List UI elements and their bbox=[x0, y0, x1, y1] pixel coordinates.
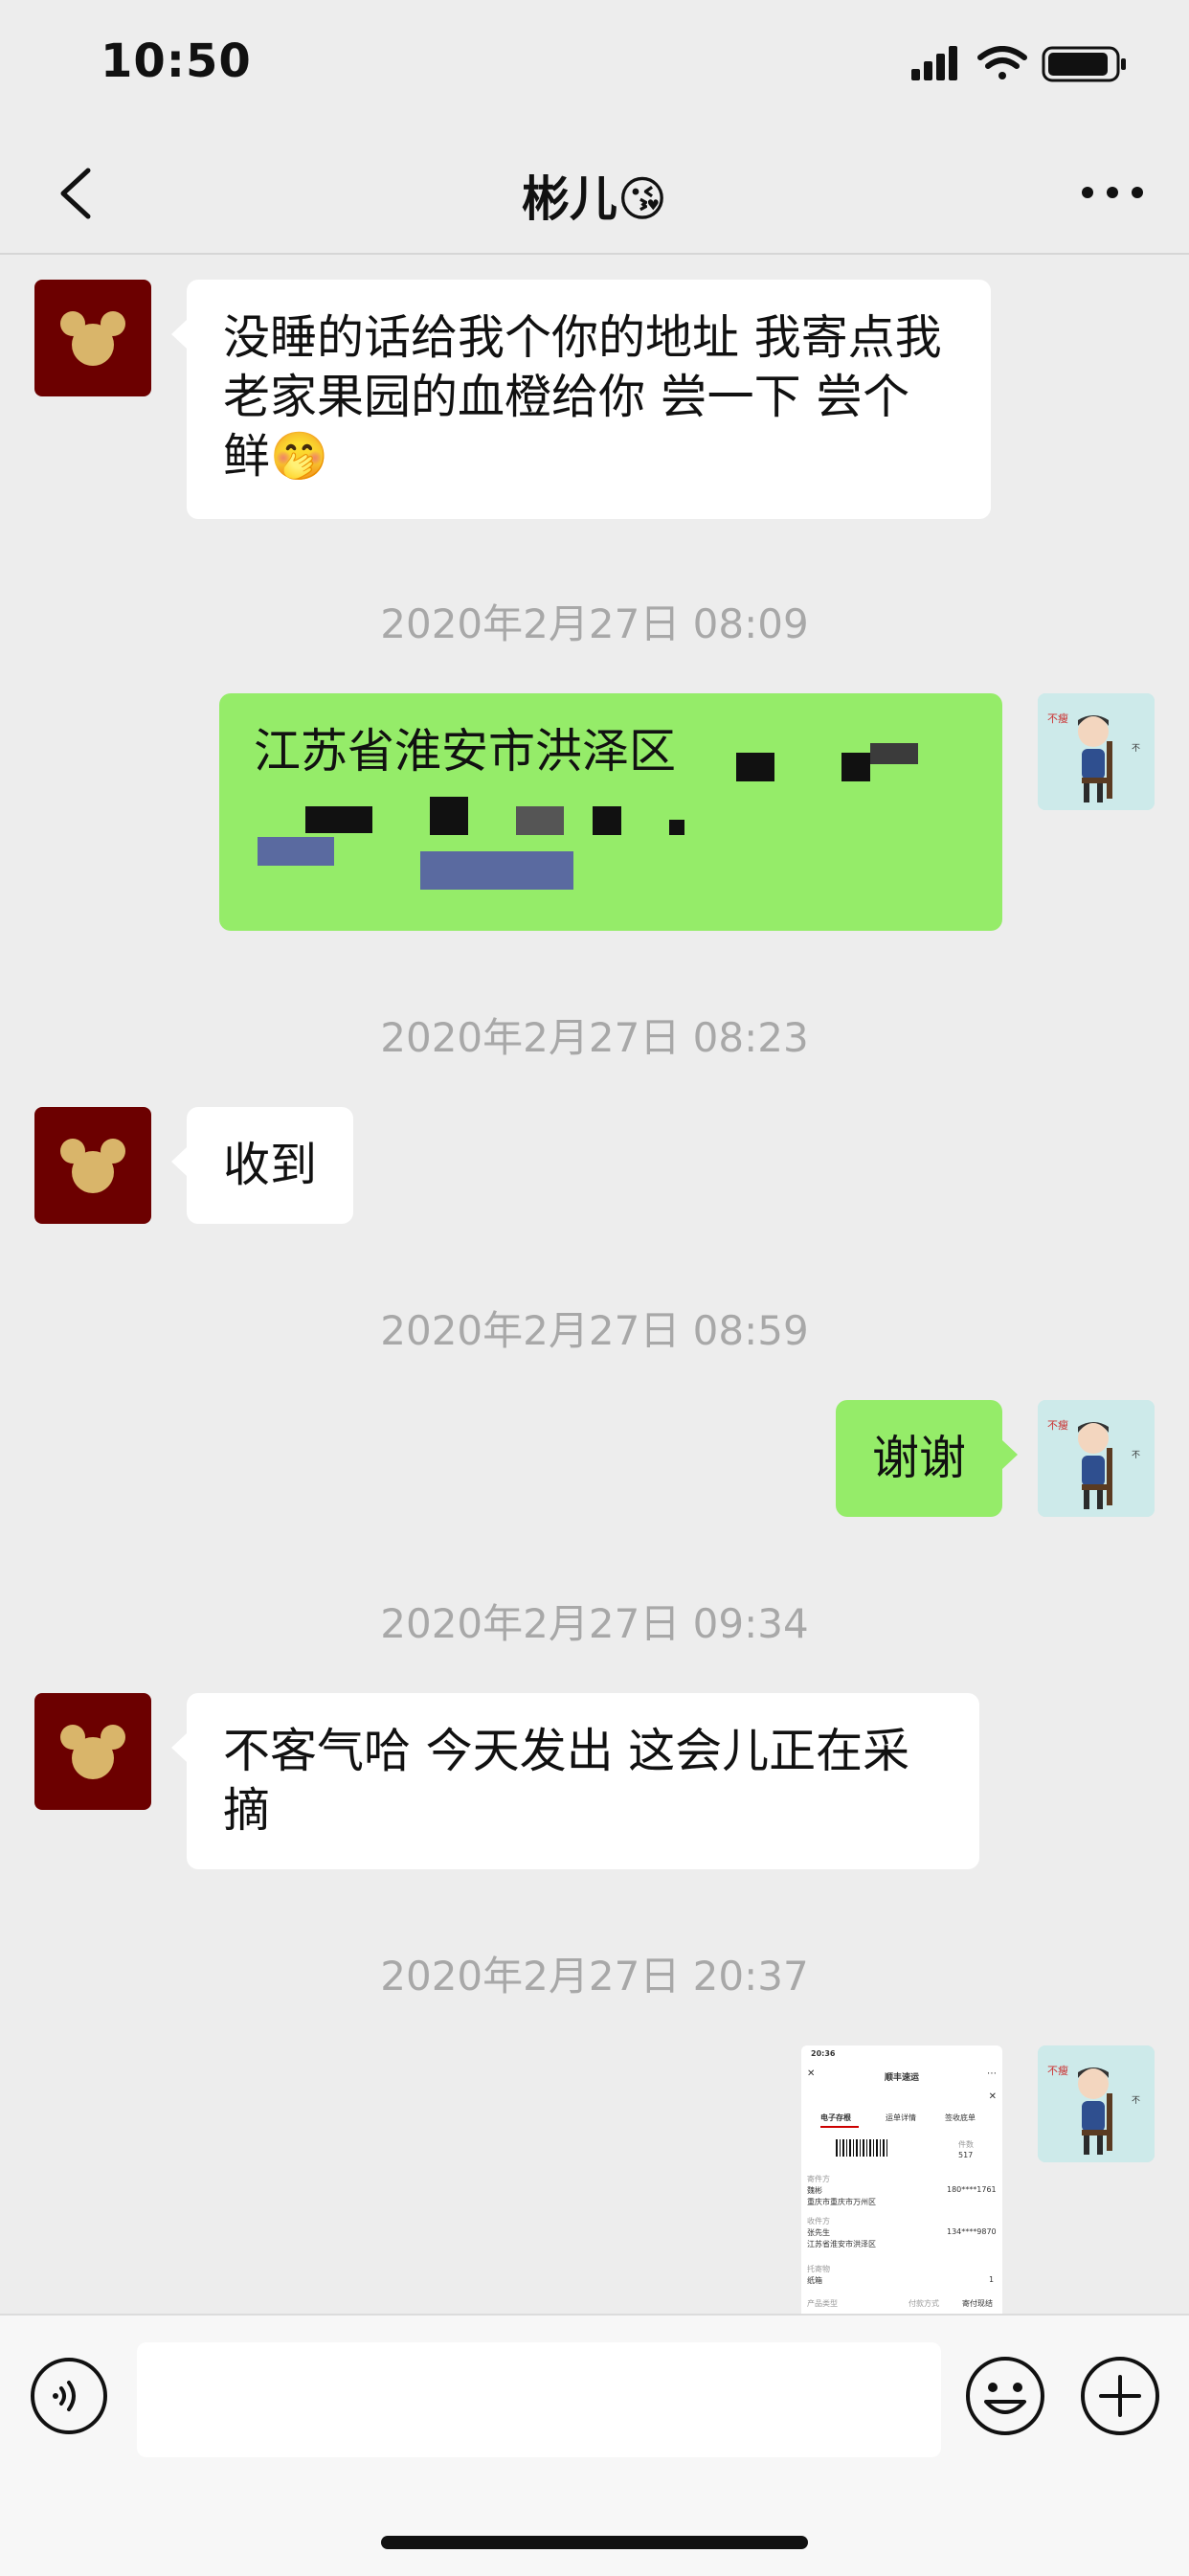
thumb-tab: 运单详情 bbox=[886, 2113, 916, 2122]
barcode-icon bbox=[836, 2139, 889, 2157]
thumb-sender-phone: 180****1761 bbox=[947, 2185, 997, 2194]
avatar-contact[interactable] bbox=[34, 1107, 151, 1224]
message-text: 收到 bbox=[223, 1138, 318, 1192]
redaction-block bbox=[258, 837, 334, 866]
avatar-contact[interactable] bbox=[34, 280, 151, 396]
svg-text:不瘦: 不瘦 bbox=[1047, 712, 1068, 725]
avatar-me[interactable]: 不瘦 不 bbox=[1038, 2045, 1155, 2162]
redaction-block bbox=[420, 851, 573, 890]
cartoon-avatar-icon: 不瘦 不 bbox=[1038, 1400, 1155, 1517]
message-list[interactable]: 没睡的话给我个你的地址 我寄点我老家果园的血橙给你 尝一下 尝个鲜🤭 2020年… bbox=[0, 255, 1189, 2314]
mouse-logo-icon bbox=[60, 1725, 125, 1779]
svg-text:不: 不 bbox=[1132, 1450, 1140, 1460]
thumb-tab: 电子存根 bbox=[820, 2113, 851, 2122]
chat-header: 彬儿😘 bbox=[0, 134, 1189, 255]
mouse-logo-icon bbox=[60, 1139, 125, 1193]
redaction-block bbox=[305, 806, 372, 833]
svg-text:不瘦: 不瘦 bbox=[1047, 2064, 1068, 2077]
avatar-me[interactable]: 不瘦 不 bbox=[1038, 1400, 1155, 1517]
thumb-item-value: 纸箱 bbox=[807, 2276, 822, 2285]
voice-icon[interactable] bbox=[29, 2356, 109, 2436]
thumb-receiver-name: 张先生 bbox=[807, 2228, 830, 2237]
thumb-receiver-label: 收件方 bbox=[807, 2217, 830, 2226]
message-bubble[interactable]: 收到 bbox=[170, 1107, 354, 1224]
thumb-receiver-phone: 134****9870 bbox=[947, 2227, 997, 2236]
status-time: 10:50 bbox=[101, 34, 252, 88]
redaction-block bbox=[841, 753, 870, 781]
thumb-time: 20:36 bbox=[811, 2049, 836, 2058]
message-timestamp: 2020年2月27日 20:37 bbox=[380, 1953, 809, 2000]
thumb-payment-value: 寄付现结 bbox=[962, 2299, 993, 2308]
message-bubble[interactable]: 没睡的话给我个你的地址 我寄点我老家果园的血橙给你 尝一下 尝个鲜🤭 bbox=[171, 280, 991, 519]
redaction-block bbox=[430, 797, 468, 835]
thumb-title: 顺丰速运 bbox=[884, 2073, 919, 2083]
message-text: 谢谢 bbox=[871, 1431, 966, 1485]
message-input[interactable] bbox=[137, 2342, 941, 2457]
svg-text:不: 不 bbox=[1132, 743, 1140, 754]
wifi-icon bbox=[977, 46, 1027, 79]
status-bar: 10:50 bbox=[0, 0, 1189, 134]
thumb-sender-addr: 重庆市重庆市万州区 bbox=[807, 2198, 876, 2206]
message-bubble-address[interactable]: 江苏省淮安市洪泽区 bbox=[219, 693, 1002, 931]
redaction-block bbox=[669, 820, 684, 835]
redaction-block bbox=[736, 753, 774, 781]
thumb-tab: 签收底单 bbox=[945, 2113, 976, 2122]
message-text: 没睡的话给我个你的地址 我寄点我老家果园的血橙给你 尝一下 尝个鲜🤭 bbox=[223, 310, 942, 484]
signal-icon bbox=[911, 46, 957, 80]
battery-icon bbox=[1042, 46, 1126, 82]
thumb-count-value: 517 bbox=[958, 2151, 974, 2159]
svg-text:不: 不 bbox=[1132, 2095, 1140, 2106]
thumb-item-count: 1 bbox=[989, 2275, 995, 2284]
chat-title: 彬儿😘 bbox=[521, 171, 668, 227]
more-icon[interactable] bbox=[1074, 169, 1151, 216]
cartoon-avatar-icon: 不瘦 不 bbox=[1038, 2045, 1155, 2162]
thumb-receiver-addr: 江苏省淮安市洪泽区 bbox=[807, 2240, 876, 2248]
thumb-sender-name: 魏彬 bbox=[807, 2186, 822, 2195]
avatar-me[interactable]: 不瘦 不 bbox=[1038, 693, 1155, 810]
home-indicator[interactable] bbox=[381, 2536, 808, 2549]
svg-text:不瘦: 不瘦 bbox=[1047, 1418, 1068, 1432]
message-bubble[interactable]: 谢谢 bbox=[835, 1400, 1019, 1517]
thumb-close-icon: ✕ bbox=[988, 2091, 997, 2102]
input-bar bbox=[0, 2314, 1189, 2576]
thumb-product-label: 产品类型 bbox=[807, 2299, 838, 2308]
thumb-item-label: 托寄物 bbox=[807, 2265, 830, 2273]
message-timestamp: 2020年2月27日 08:09 bbox=[380, 600, 809, 647]
message-timestamp: 2020年2月27日 09:34 bbox=[380, 1600, 809, 1647]
cartoon-avatar-icon: 不瘦 不 bbox=[1038, 693, 1155, 810]
thumb-payment-label: 付款方式 bbox=[909, 2299, 939, 2308]
redaction-block bbox=[593, 806, 621, 835]
message-text: 不客气哈 今天发出 这会儿正在采摘 bbox=[223, 1724, 910, 1838]
message-bubble[interactable]: 不客气哈 今天发出 这会儿正在采摘 bbox=[171, 1693, 979, 1869]
thumb-count-label: 件数 bbox=[958, 2140, 974, 2149]
thumb-more-icon: ⋯ bbox=[987, 2068, 997, 2079]
thumb-close-icon: ✕ bbox=[807, 2068, 816, 2079]
redaction-block bbox=[870, 743, 918, 764]
mouse-logo-icon bbox=[60, 311, 125, 366]
redaction-block bbox=[516, 806, 564, 835]
thumb-tab-indicator bbox=[820, 2126, 859, 2128]
image-message-thumbnail[interactable]: 20:36 顺丰速运 ✕ ⋯ ✕ 电子存根 运单详情 签收底单 件数 517 寄… bbox=[801, 2045, 1002, 2314]
message-timestamp: 2020年2月27日 08:23 bbox=[380, 1014, 809, 1061]
plus-icon[interactable] bbox=[1078, 2354, 1162, 2438]
emoji-icon[interactable] bbox=[963, 2354, 1047, 2438]
thumb-sender-label: 寄件方 bbox=[807, 2175, 830, 2183]
address-text: 江苏省淮安市洪泽区 bbox=[254, 724, 677, 779]
avatar-contact[interactable] bbox=[34, 1693, 151, 1810]
status-icons bbox=[911, 46, 1132, 84]
message-timestamp: 2020年2月27日 08:59 bbox=[380, 1307, 809, 1354]
